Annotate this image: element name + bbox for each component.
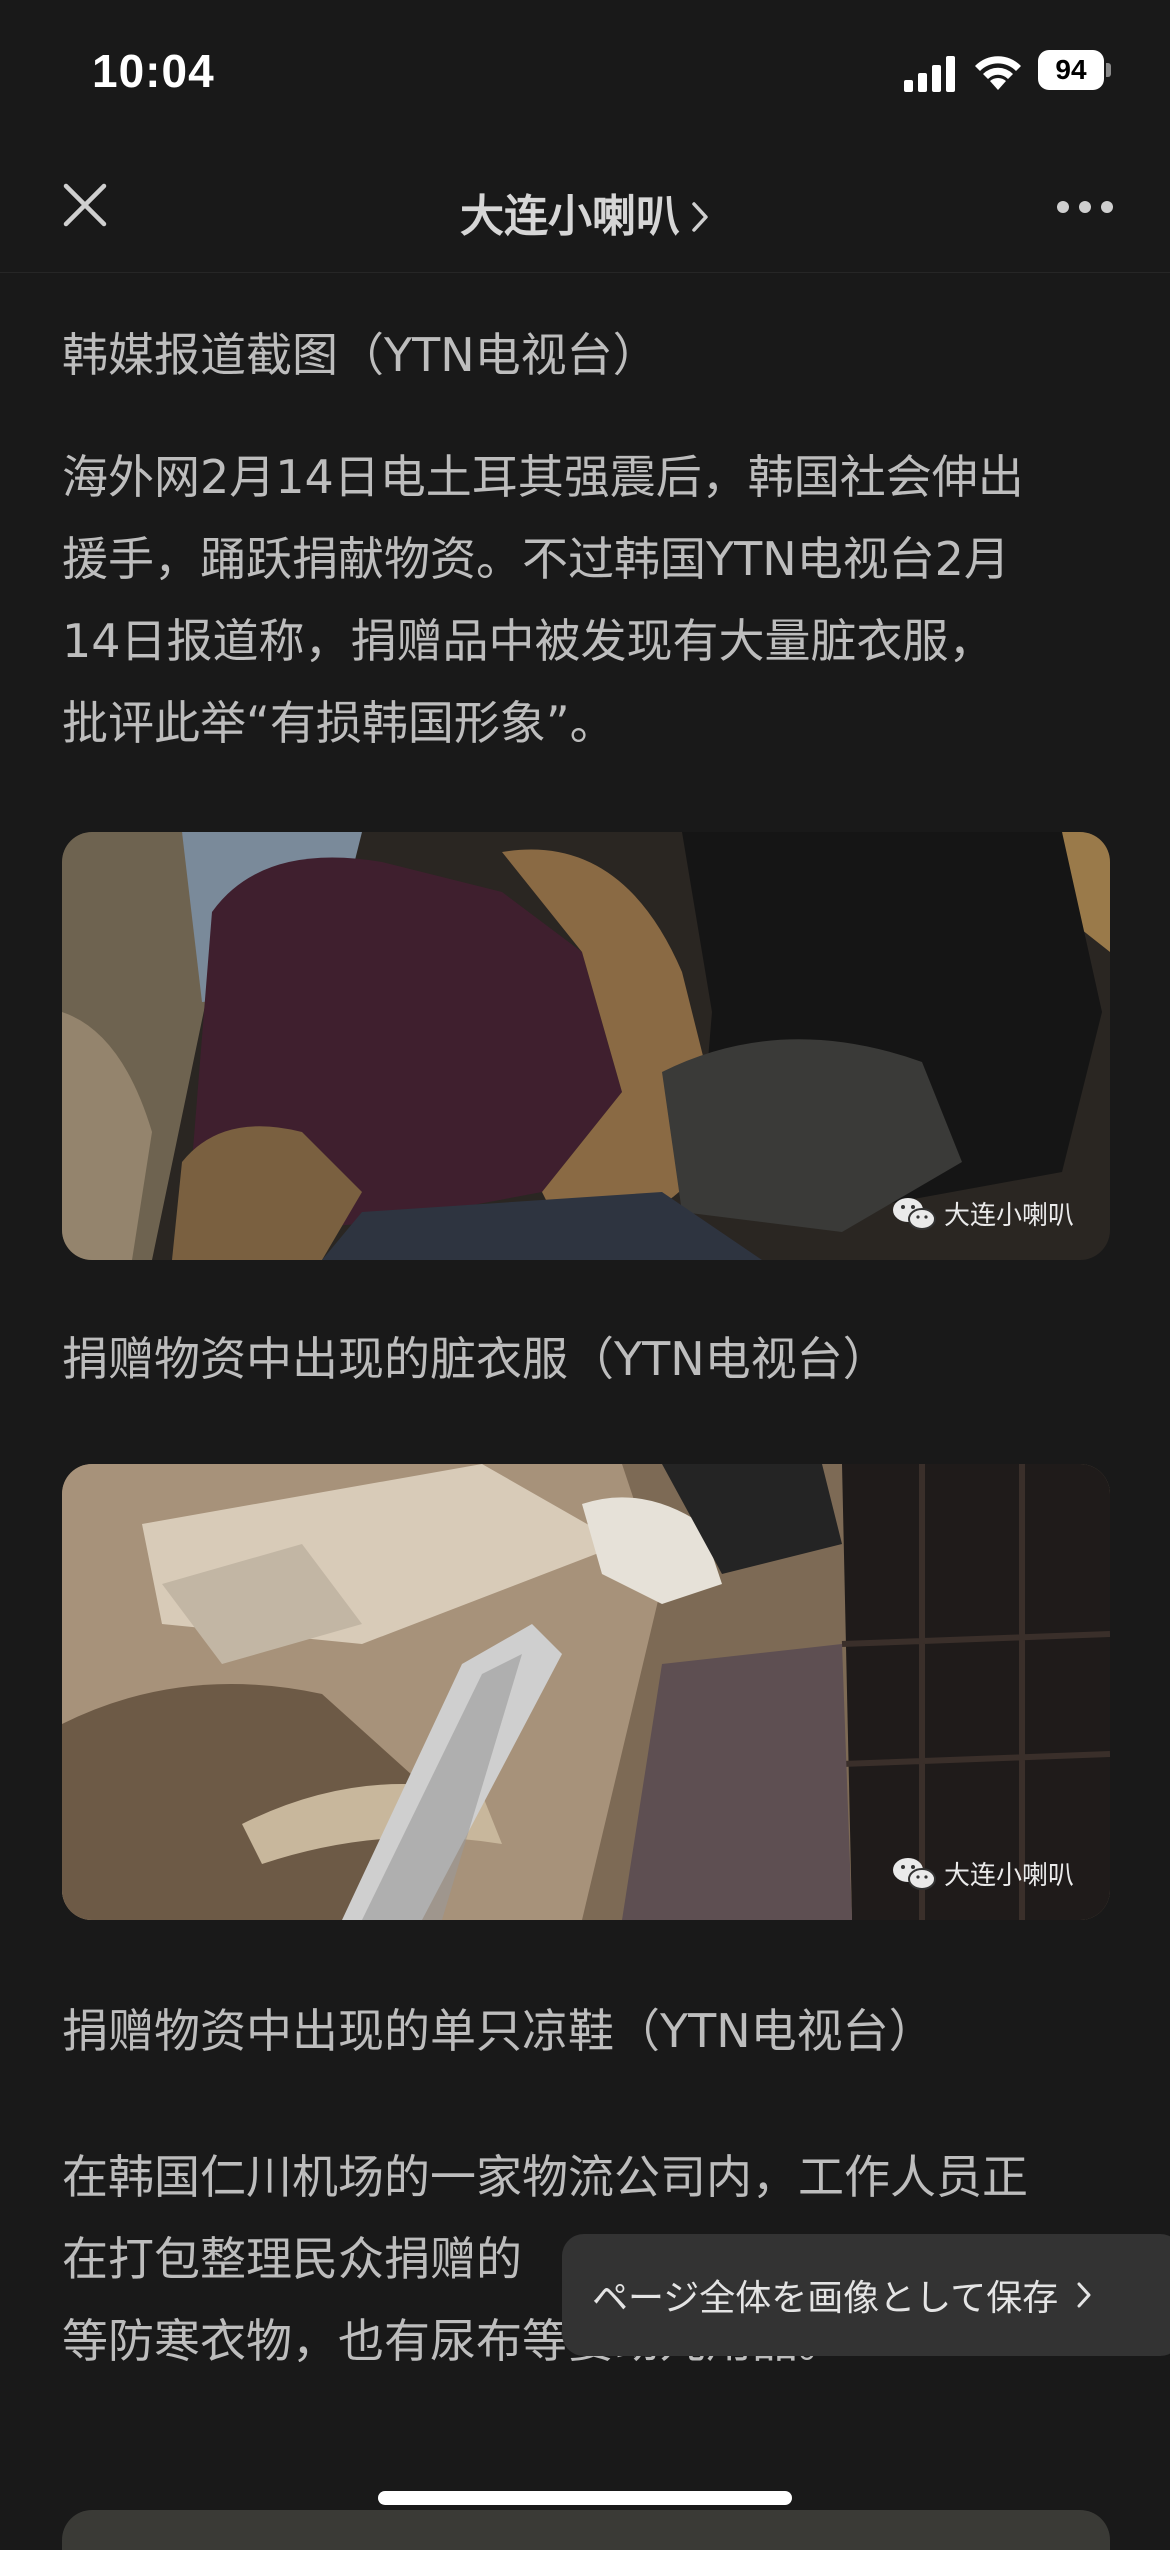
next-article-image xyxy=(62,2510,1110,2550)
paragraph-line: 在韩国仁川机场的一家物流公司内，工作人员正 xyxy=(62,2150,1028,2204)
status-bar: 10:04 94 xyxy=(0,0,1170,150)
signal-icon xyxy=(904,56,955,92)
article-body: 韩媒报道截图（YTN电视台） 海外网2月14日电土耳其强震后，韩国社会伸出 援手… xyxy=(62,272,1110,2382)
wechat-icon xyxy=(892,1197,936,1230)
watermark-text: 大连小喇叭 xyxy=(943,1201,1074,1231)
battery-indicator: 94 xyxy=(1038,50,1112,92)
article-paragraph: 海外网2月14日电土耳其强震后，韩国社会伸出 援手，踊跃捐献物资。不过韩国YTN… xyxy=(62,436,1110,764)
battery-level: 94 xyxy=(1038,50,1104,90)
single-sandal-photo xyxy=(62,1464,1110,1920)
paragraph-line: 批评此举“有损韩国形象”。 xyxy=(62,696,616,750)
wifi-icon xyxy=(975,56,1021,90)
image-watermark: 大连小喇叭 xyxy=(892,1855,1074,1892)
chevron-right-icon xyxy=(692,202,708,232)
home-indicator[interactable] xyxy=(378,2491,792,2505)
paragraph-line: 14日报道称，捐赠品中被发现有大量脏衣服， xyxy=(62,614,995,668)
save-page-as-image-button[interactable]: ページ全体を画像として保存 xyxy=(562,2234,1170,2356)
paragraph-line: 海外网2月14日电土耳其强震后，韩国社会伸出 xyxy=(62,450,1024,504)
watermark-text: 大连小喇叭 xyxy=(943,1861,1074,1891)
battery-tip xyxy=(1106,63,1111,77)
image-caption: 捐赠物资中出现的单只凉鞋（YTN电视台） xyxy=(62,2004,935,2058)
account-title-link[interactable]: 大连小喇叭 xyxy=(0,180,1170,244)
paragraph-line: 援手，踊跃捐献物资。不过韩国YTN电视台2月 xyxy=(62,532,1010,586)
account-name: 大连小喇叭 xyxy=(460,191,680,242)
more-icon[interactable] xyxy=(1056,200,1114,214)
wechat-icon xyxy=(892,1857,936,1890)
image-caption: 韩媒报道截图（YTN电视台） xyxy=(62,328,659,382)
chevron-right-icon xyxy=(1077,2282,1091,2308)
nav-bar: 大连小喇叭 xyxy=(0,150,1170,273)
article-image-single-sandal[interactable]: 大连小喇叭 xyxy=(62,1464,1110,1920)
status-time: 10:04 xyxy=(92,45,215,97)
article-image-dirty-clothes[interactable]: 大连小喇叭 xyxy=(62,832,1110,1260)
image-watermark: 大连小喇叭 xyxy=(892,1195,1074,1232)
image-caption: 捐赠物资中出现的脏衣服（YTN电视台） xyxy=(62,1332,889,1386)
save-page-as-image-label: ページ全体を画像として保存 xyxy=(592,2278,1059,2319)
